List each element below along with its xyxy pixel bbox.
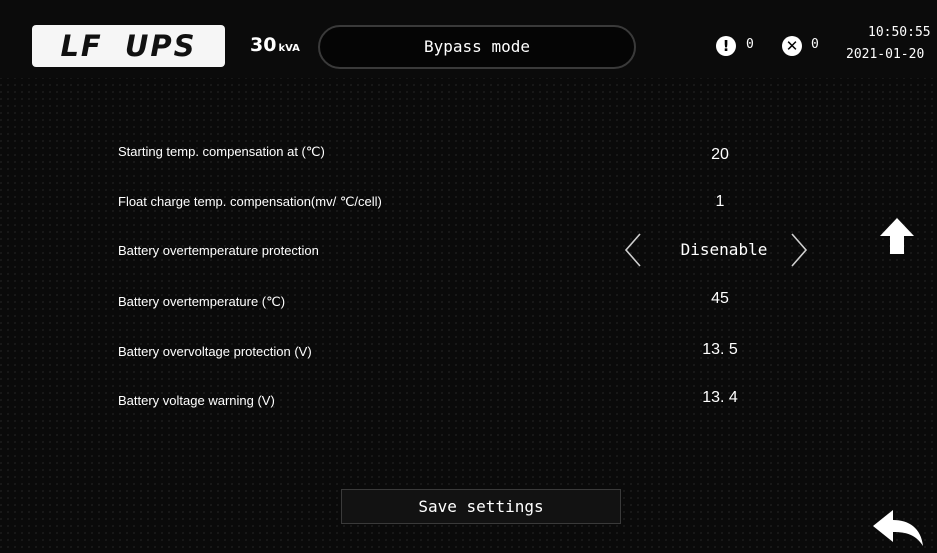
setting-label-float-charge: Float charge temp. compensation(mv/ ℃/ce… — [118, 194, 382, 209]
setting-label-overtemp-protection: Battery overtemperature protection — [118, 243, 319, 258]
setting-value-starting-temp[interactable]: 20 — [640, 146, 800, 164]
setting-value-voltage-warning[interactable]: 13. 4 — [640, 389, 800, 407]
power-unit: kVA — [278, 43, 300, 54]
setting-label-overtemp: Battery overtemperature (℃) — [118, 294, 286, 309]
back-arrow-icon[interactable] — [869, 508, 925, 548]
setting-value-overtemp-protection: Disenable — [680, 240, 768, 259]
clock-date: 2021-01-20 — [846, 47, 925, 62]
arrow-up-icon[interactable] — [876, 215, 918, 257]
setting-value-overtemp[interactable]: 45 — [640, 290, 800, 308]
mode-status: Bypass mode — [318, 25, 636, 69]
setting-label-voltage-warning: Battery voltage warning (V) — [118, 393, 275, 408]
brand-logo: LF UPS — [32, 25, 225, 67]
chevron-left-icon[interactable] — [622, 232, 644, 268]
save-settings-button[interactable]: Save settings — [341, 489, 621, 524]
setting-value-overvoltage[interactable]: 13. 5 — [640, 341, 800, 359]
chevron-right-icon[interactable] — [788, 232, 810, 268]
x-circle-icon[interactable]: ✕ — [782, 36, 802, 56]
ups-settings-screen: LF UPS 30 kVA Bypass mode ! 0 ✕ 0 10:50:5… — [0, 0, 937, 553]
clock-time: 10:50:55 — [868, 25, 931, 40]
fault-count: 0 — [811, 37, 819, 52]
header-bar: LF UPS 30 kVA Bypass mode ! 0 ✕ 0 10:50:5… — [0, 0, 937, 78]
setting-label-starting-temp: Starting temp. compensation at (℃) — [118, 144, 325, 159]
power-rating: 30 kVA — [250, 34, 300, 56]
exclamation-icon[interactable]: ! — [716, 36, 736, 56]
setting-label-overvoltage: Battery overvoltage protection (V) — [118, 344, 312, 359]
alarm-count: 0 — [746, 37, 754, 52]
setting-value-float-charge[interactable]: 1 — [640, 193, 800, 211]
power-value: 30 — [250, 34, 277, 56]
